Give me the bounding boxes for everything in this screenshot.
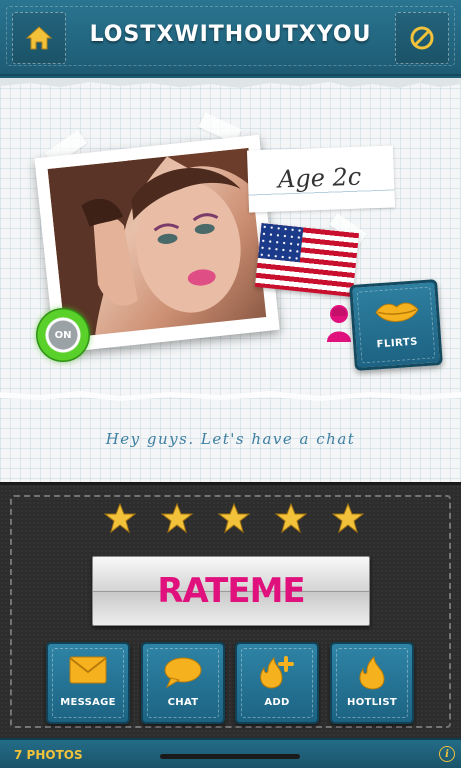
action-buttons: MESSAGE CHAT ADD HOTLIST [46,642,414,724]
home-icon [25,26,53,50]
flame-plus-icon [260,656,294,689]
add-button[interactable]: ADD [235,642,319,724]
flame-icon [359,656,385,690]
torn-paper-edge [0,78,461,88]
photos-count-link[interactable]: 7 PHOTOS [14,748,83,762]
online-status-badge: ON [36,308,90,362]
envelope-icon [69,656,107,684]
chat-button[interactable]: CHAT [141,642,225,724]
flag-canton [257,223,304,263]
profile-photo[interactable] [47,147,267,339]
rate-me-label: RATEME [157,571,305,611]
page-title: LOSTXWITHOUTXYOU [89,22,372,47]
status-message: Hey guys. Let's have a chat [105,430,356,448]
star-icon[interactable] [218,502,250,534]
age-label: Age 2c [277,162,362,194]
us-flag-icon [254,223,360,297]
chat-label: CHAT [167,697,199,708]
message-button[interactable]: MESSAGE [46,642,130,724]
rate-me-button[interactable]: RATEME [92,556,370,626]
rating-stars[interactable] [104,502,364,536]
age-card: Age 2c [246,145,396,213]
flirts-button[interactable]: FLIRTS [349,279,443,371]
lips-icon [375,302,419,322]
chat-bubble-icon [164,657,202,688]
bottom-bar: 7 PHOTOS i [0,738,461,768]
star-icon[interactable] [161,502,193,534]
star-icon[interactable] [332,502,364,534]
hotlist-button[interactable]: HOTLIST [330,642,414,724]
add-label: ADD [264,697,290,708]
pink-avatar-icon [327,305,351,342]
online-label: ON [54,329,72,341]
info-icon[interactable]: i [439,746,455,762]
hotlist-label: HOTLIST [347,697,397,708]
home-button[interactable] [12,12,66,64]
star-icon[interactable] [104,502,136,534]
top-bar: LOSTXWITHOUTXYOU [0,0,461,76]
star-icon[interactable] [275,502,307,534]
torn-paper-strip [0,391,461,401]
block-user-button[interactable] [395,12,449,64]
profile-portrait-illustration [47,147,253,339]
block-icon [410,26,434,50]
message-label: MESSAGE [60,697,116,708]
home-indicator[interactable] [160,754,300,759]
